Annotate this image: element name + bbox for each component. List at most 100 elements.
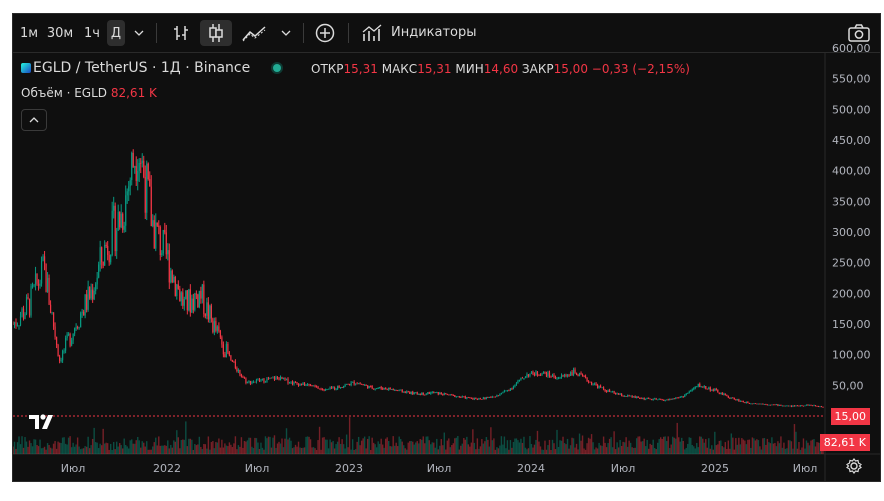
volume-bar — [673, 437, 675, 454]
candle-body — [499, 393, 501, 396]
candle-body — [723, 393, 725, 395]
volume-bar — [750, 447, 752, 454]
candle-body — [75, 327, 77, 329]
candle-body — [445, 393, 447, 394]
volume-bar — [182, 439, 184, 454]
candle-body — [799, 405, 802, 407]
candle-body — [709, 387, 711, 391]
candle-body — [114, 205, 116, 252]
volume-bar — [430, 444, 432, 454]
y-tick-label: 450,00 — [832, 134, 871, 147]
candle-body — [270, 377, 273, 379]
volume-bar — [742, 439, 745, 454]
x-tick-label: Июл — [245, 462, 270, 475]
volume-bar — [553, 443, 555, 454]
volume-bar — [369, 449, 372, 454]
volume-bar — [76, 437, 79, 454]
collapse-legend-button[interactable] — [21, 109, 47, 131]
volume-bar — [240, 437, 243, 454]
volume-bar — [197, 444, 199, 454]
candle-body — [640, 397, 642, 399]
price-axis[interactable]: 600,00 550,00 500,00 450,00 400,00 350,00 300,… — [832, 42, 871, 392]
volume-bar — [308, 436, 310, 454]
y-tick-label: 600,00 — [832, 42, 871, 55]
candle-body — [744, 402, 746, 404]
candle-body — [138, 162, 140, 171]
candle-body — [790, 405, 793, 407]
close-label: ЗАКР — [521, 62, 554, 76]
candle-body — [104, 244, 106, 266]
market-status-icon — [272, 64, 281, 72]
volume-legend[interactable]: Объём · EGLD 82,61 K — [21, 86, 157, 100]
candle-body — [529, 373, 531, 377]
candle-body — [81, 311, 83, 314]
volume-bar — [384, 438, 387, 454]
volume-bar — [542, 449, 545, 454]
candle-body — [126, 191, 128, 196]
candle-body — [563, 374, 566, 376]
candle-body — [140, 162, 142, 164]
candle-body — [281, 377, 283, 379]
volume-bar — [720, 440, 722, 454]
candle-body — [484, 397, 486, 400]
chart-settings-button[interactable] — [846, 458, 862, 478]
volume-bar — [176, 430, 178, 454]
candle-body — [542, 371, 545, 374]
candle-body — [702, 386, 704, 388]
candle-body — [721, 392, 723, 395]
volume-bar — [351, 439, 354, 454]
candle-body — [454, 395, 456, 398]
candle-body — [410, 391, 412, 394]
price-chart[interactable]: 600,00 550,00 500,00 450,00 400,00 350,00 300,… — [13, 14, 880, 481]
volume-bar — [397, 446, 399, 454]
candle-body — [337, 386, 339, 389]
candle-body — [379, 387, 381, 389]
candle-body — [802, 405, 805, 407]
volume-bar — [13, 446, 14, 454]
volume-bar — [342, 444, 345, 454]
volume-bar — [565, 444, 567, 454]
volume-bar — [51, 448, 53, 454]
volume-bar — [360, 440, 363, 454]
symbol-legend[interactable]: EGLD / TetherUS · 1Д · Binance — [21, 60, 281, 76]
volume-bar — [437, 449, 439, 454]
volume-bar — [569, 445, 572, 454]
volume-bar — [526, 449, 528, 454]
volume-bar — [496, 447, 498, 454]
candle-body — [738, 399, 740, 402]
candle-body — [284, 377, 286, 380]
volume-bar — [21, 436, 23, 454]
volume-bar — [705, 439, 707, 454]
volume-bar — [487, 439, 489, 454]
volume-bar — [273, 435, 276, 454]
candle-body — [663, 399, 665, 401]
tradingview-logo[interactable] — [28, 412, 58, 432]
volume-bar — [738, 437, 740, 454]
candle-body — [282, 377, 285, 379]
candle-body — [741, 400, 743, 402]
volume-bar — [191, 439, 193, 454]
candle-body — [389, 387, 391, 390]
candle-body — [92, 289, 94, 300]
candle-body — [753, 403, 755, 405]
candle-body — [706, 388, 708, 390]
volume-bar — [231, 447, 234, 454]
candle-body — [634, 396, 636, 399]
time-axis[interactable]: Июл 2022 Июл 2023 Июл 2024 Июл 2025 Июл — [61, 462, 818, 475]
candle-body — [494, 396, 496, 398]
volume-bar — [583, 448, 585, 454]
candle-body — [364, 384, 366, 386]
candle-body — [493, 396, 495, 398]
volume-bar — [39, 439, 41, 454]
candle-body — [355, 383, 357, 385]
volume-bar — [224, 443, 226, 454]
candle-body — [514, 384, 516, 387]
candle-body — [61, 351, 64, 361]
volume-bar — [598, 442, 600, 454]
ohlc-values: ОТКР15,31 МАКС15,31 МИН14,60 ЗАКР15,00 −… — [311, 62, 690, 76]
candle-body — [64, 338, 67, 351]
volume-bar — [234, 436, 237, 454]
volume-bar — [239, 446, 241, 454]
candle-body — [45, 263, 47, 292]
volume-bar — [57, 441, 59, 454]
